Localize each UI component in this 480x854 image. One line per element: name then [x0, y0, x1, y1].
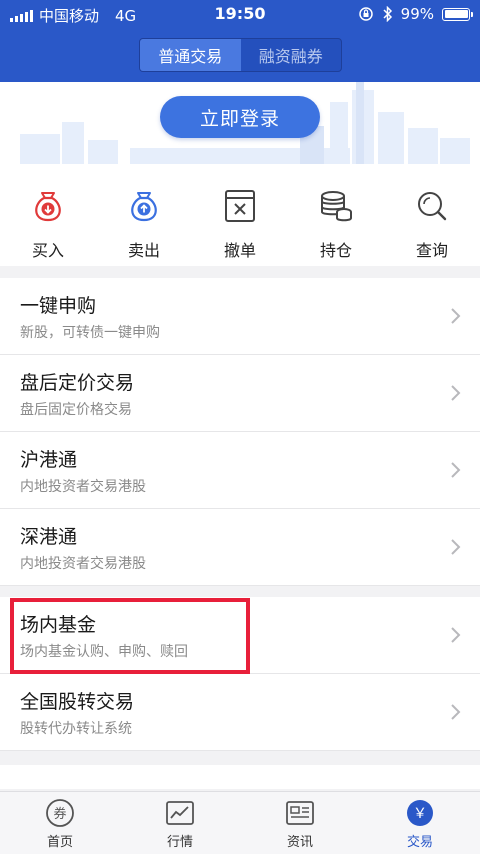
list-item-title: 场内基金 [20, 614, 97, 636]
segment-margin-trade[interactable]: 融资融券 [241, 39, 342, 71]
tab-news[interactable]: 资讯 [240, 792, 360, 854]
action-query[interactable]: 查询 [384, 164, 480, 266]
login-banner: 立即登录 [0, 82, 480, 164]
chevron-right-icon [451, 462, 461, 478]
news-icon [285, 798, 315, 828]
svg-text:券: 券 [53, 806, 66, 822]
bottom-tab-bar: 券 首页 行情 资讯 ￥ 交易 [0, 791, 480, 854]
rotation-lock-icon [358, 7, 373, 21]
action-cancel-order-label: 撤单 [223, 241, 256, 260]
action-query-label: 查询 [415, 241, 448, 260]
battery-percent: 99% [400, 5, 434, 23]
market-chart-icon [165, 798, 195, 828]
chevron-right-icon [451, 308, 461, 324]
chevron-right-icon [451, 539, 461, 555]
chevron-right-icon [451, 627, 461, 643]
action-sell[interactable]: 卖出 [96, 164, 192, 266]
action-buy[interactable]: 买入 [0, 164, 96, 266]
list-item-title: 深港通 [20, 526, 78, 548]
tab-news-label: 资讯 [286, 835, 313, 850]
tab-trade[interactable]: ￥ 交易 [360, 792, 480, 854]
section-divider [0, 751, 480, 765]
sell-moneybag-icon [124, 186, 164, 226]
list-item-after-hours[interactable]: 盘后定价交易 盘后固定价格交易 [0, 355, 480, 432]
tab-home-label: 首页 [46, 835, 73, 850]
list-item-subtitle: 内地投资者交易港股 [20, 556, 146, 572]
list-item-exchange-funds[interactable]: 场内基金 场内基金认购、申购、赎回 [0, 597, 480, 674]
action-positions[interactable]: 持仓 [288, 164, 384, 266]
list-item-subtitle: 新股，可转债一键申购 [20, 325, 160, 341]
list-item-subtitle: 场内基金认购、申购、赎回 [20, 644, 188, 660]
status-bar: 中国移动 4G 19:50 99% [0, 0, 480, 28]
partial-list-item [0, 765, 480, 789]
list-item-subtitle: 盘后固定价格交易 [20, 402, 132, 418]
tab-trade-label: 交易 [406, 835, 433, 850]
list-item-subtitle: 股转代办转让系统 [20, 721, 132, 737]
coin-stack-icon [316, 186, 356, 226]
bluetooth-icon [383, 6, 392, 22]
list-item-title: 全国股转交易 [20, 691, 135, 713]
tab-market[interactable]: 行情 [120, 792, 240, 854]
list-item-shenzhen-hk-connect[interactable]: 深港通 内地投资者交易港股 [0, 509, 480, 586]
quick-actions: 买入 卖出 撤单 持仓 查询 [0, 164, 480, 266]
chevron-right-icon [451, 385, 461, 401]
segment-normal-trade[interactable]: 普通交易 [140, 39, 241, 71]
action-buy-label: 买入 [31, 241, 64, 260]
buy-moneybag-icon [28, 186, 68, 226]
list-item-shanghai-hk-connect[interactable]: 沪港通 内地投资者交易港股 [0, 432, 480, 509]
list-item-neeq-trading[interactable]: 全国股转交易 股转代办转让系统 [0, 674, 480, 751]
action-cancel-order[interactable]: 撤单 [192, 164, 288, 266]
section-divider [0, 586, 480, 597]
login-button[interactable]: 立即登录 [160, 96, 320, 138]
coupon-icon: 券 [45, 798, 75, 828]
cancel-order-icon [220, 186, 260, 226]
trade-yen-icon: ￥ [405, 798, 435, 828]
header: 中国移动 4G 19:50 99% 普通交易 融资融券 [0, 0, 480, 82]
list-item-one-click-ipo[interactable]: 一键申购 新股，可转债一键申购 [0, 278, 480, 355]
list-item-subtitle: 内地投资者交易港股 [20, 479, 146, 495]
action-sell-label: 卖出 [127, 241, 160, 260]
list-item-title: 盘后定价交易 [20, 372, 135, 394]
tab-home[interactable]: 券 首页 [0, 792, 120, 854]
action-positions-label: 持仓 [319, 241, 352, 260]
list-item-title: 沪港通 [20, 449, 78, 471]
battery-icon [442, 7, 473, 21]
list-item-title: 一键申购 [20, 295, 97, 317]
trade-menu-list: 一键申购 新股，可转债一键申购 盘后定价交易 盘后固定价格交易 沪港通 内地投资… [0, 278, 480, 789]
search-icon [412, 186, 452, 226]
svg-text:￥: ￥ [413, 806, 427, 822]
tab-market-label: 行情 [166, 835, 193, 850]
trade-mode-segment: 普通交易 融资融券 [139, 38, 342, 72]
chevron-right-icon [451, 704, 461, 720]
